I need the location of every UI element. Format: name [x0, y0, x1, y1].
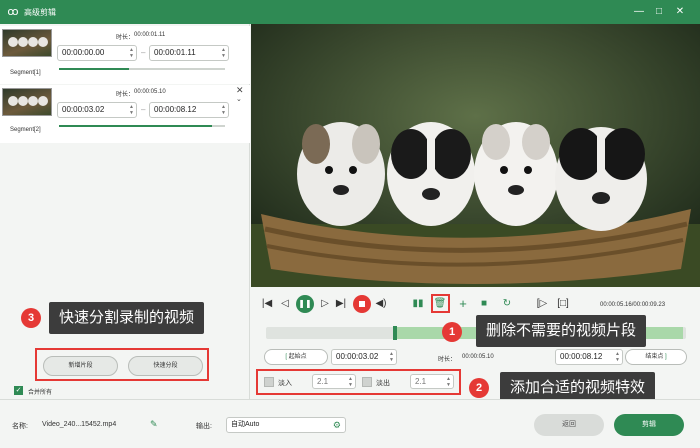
duration-label: 时长： — [116, 35, 135, 41]
callout-3-text: 快速分割录制的视频 — [49, 302, 205, 334]
edit-name-icon[interactable]: ✎ — [150, 419, 158, 430]
spinner-icon[interactable]: ▲ ▼ — [389, 351, 394, 363]
trim-duration-label: 时长： — [438, 357, 457, 363]
effects-highlight-box — [256, 369, 461, 395]
title-bar: ꝏ 高级剪辑 — □ ✕ — [0, 0, 700, 24]
prev-frame-icon[interactable]: ◁ — [278, 297, 292, 311]
next-frame-icon[interactable]: ▷ — [318, 297, 332, 311]
start-time-input[interactable]: 00:00:03.02 ▲ ▼ — [331, 349, 397, 365]
segment-start-input[interactable]: 00:00:00.00 ▲ ▼ — [57, 45, 137, 61]
back-button[interactable]: 返回 — [534, 414, 604, 436]
segment-item[interactable]: Segment[2] 时长： 00:00:05.10 ✕ ⌄ 00:00:03.… — [0, 85, 250, 143]
segment-label: Segment[2] — [10, 127, 41, 133]
trim-duration-value: 00:00:05.10 — [462, 354, 494, 360]
pause-icon[interactable]: ❚❚ — [296, 295, 314, 313]
mark-out-icon[interactable]: [□] — [556, 297, 570, 311]
split-icon[interactable]: ▮▮ — [411, 297, 425, 311]
set-start-button[interactable]: [ 起始点 — [264, 349, 328, 365]
stop-icon[interactable] — [353, 295, 371, 313]
segment-label: Segment[1] — [10, 70, 41, 76]
segment-progress — [59, 68, 225, 70]
segment-end-input[interactable]: 00:00:08.12 ▲ ▼ — [149, 102, 229, 118]
segment-progress — [59, 125, 225, 127]
maximize-icon[interactable]: □ — [651, 4, 667, 20]
volume-icon[interactable]: ◀) — [374, 297, 388, 311]
range-dash: – — [141, 48, 146, 57]
segment-end-input[interactable]: 00:00:01.11 ▲ ▼ — [149, 45, 229, 61]
puppies-image — [251, 24, 700, 287]
duration-label: 时长： — [116, 92, 135, 98]
delete-highlight-box — [431, 294, 450, 313]
close-icon[interactable]: ✕ — [672, 4, 688, 20]
edit-button[interactable]: 剪辑 — [614, 414, 684, 436]
chevron-down-icon[interactable]: ⌄ — [236, 95, 242, 103]
range-dash: – — [141, 105, 146, 114]
app-logo-icon: ꝏ — [7, 6, 19, 18]
merge-all-checkbox[interactable]: ✓ — [14, 386, 23, 395]
callout-1-number: 1 — [442, 322, 462, 342]
spinner-icon[interactable]: ▲ ▼ — [221, 104, 226, 116]
duration-value: 00:00:05.10 — [134, 89, 166, 95]
segment-thumbnail — [2, 29, 52, 57]
add-segment-icon[interactable]: + — [456, 297, 470, 311]
playback-time: 00:00:05.16/00:00:09.23 — [600, 302, 666, 308]
window-title: 高级剪辑 — [24, 8, 56, 17]
output-select[interactable]: 自动Auto ⚙ — [226, 417, 346, 433]
callout-2-number: 2 — [469, 378, 489, 398]
callout-1-text: 删除不需要的视频片段 — [476, 315, 647, 347]
duration-value: 00:00:01.11 — [134, 32, 166, 38]
mark-in-icon[interactable]: [▷ — [535, 297, 549, 311]
spinner-icon[interactable]: ▲ ▼ — [129, 104, 134, 116]
spinner-icon[interactable]: ▲ ▼ — [129, 47, 134, 59]
video-preview[interactable] — [251, 24, 700, 287]
callout-3-number: 3 — [21, 308, 41, 328]
spinner-icon[interactable]: ▲ ▼ — [615, 351, 620, 363]
spinner-icon[interactable]: ▲ ▼ — [221, 47, 226, 59]
timeline-start-handle[interactable] — [393, 326, 397, 340]
segment-start-input[interactable]: 00:00:03.02 ▲ ▼ — [57, 102, 137, 118]
set-end-button[interactable]: 结束点 ] — [625, 349, 687, 365]
segment-thumbnail — [2, 88, 52, 116]
last-frame-icon[interactable]: ▶| — [334, 297, 348, 311]
end-time-input[interactable]: 00:00:08.12 ▲ ▼ — [555, 349, 623, 365]
segment-item[interactable]: Segment[1] 时长： 00:00:01.11 00:00:00.00 ▲ ▼… — [0, 26, 250, 84]
minimize-icon[interactable]: — — [631, 4, 647, 20]
file-name: Video_240...15452.mp4 — [42, 421, 117, 428]
merge-all-label: 合并所有 — [28, 390, 53, 396]
reset-icon[interactable]: ↻ — [500, 297, 514, 311]
first-frame-icon[interactable]: |◀ — [260, 297, 274, 311]
output-label: 输出: — [196, 423, 212, 430]
actions-highlight-box — [35, 348, 209, 381]
copy-segment-icon[interactable]: ■ — [477, 297, 491, 311]
gear-icon[interactable]: ⚙ — [333, 418, 341, 432]
name-label: 名称: — [12, 423, 28, 430]
